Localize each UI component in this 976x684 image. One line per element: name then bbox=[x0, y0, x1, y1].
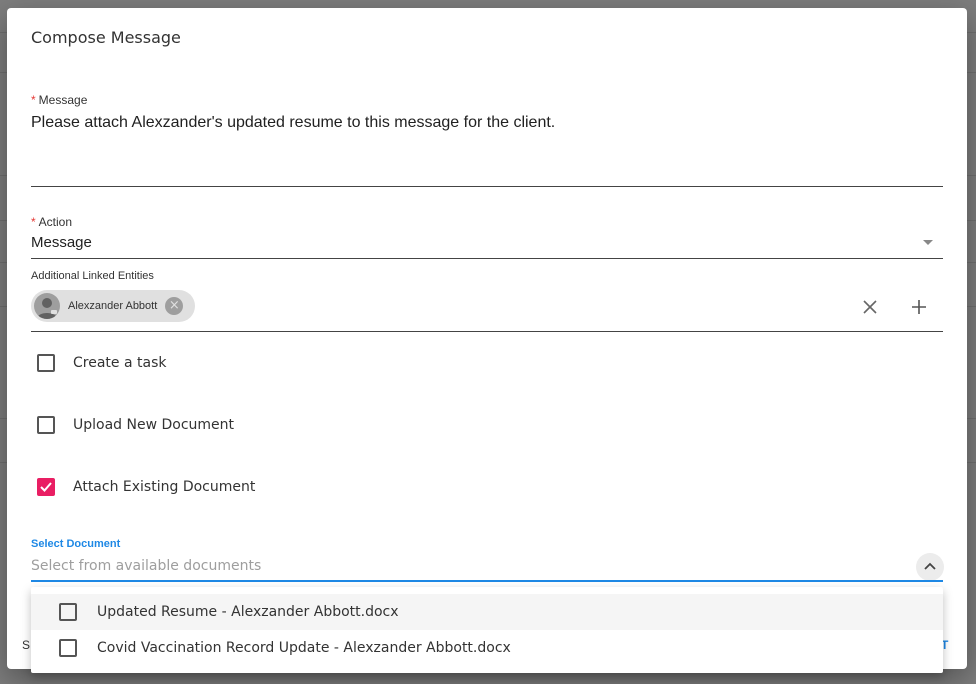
action-field-label: * Action bbox=[31, 215, 72, 229]
document-option[interactable]: Covid Vaccination Record Update - Alexza… bbox=[31, 630, 943, 666]
action-underline bbox=[31, 258, 943, 259]
checkmark-icon bbox=[40, 482, 52, 492]
compose-message-dialog: Compose Message * Message Please attach A… bbox=[7, 8, 967, 669]
attach-existing-checkbox-row[interactable]: Attach Existing Document bbox=[37, 478, 255, 496]
action-label: Action bbox=[38, 215, 73, 229]
attach-existing-checkbox[interactable] bbox=[37, 478, 55, 496]
create-task-checkbox[interactable] bbox=[37, 354, 55, 372]
message-underline bbox=[31, 186, 943, 187]
message-textarea[interactable]: Please attach Alexzander's updated resum… bbox=[31, 114, 555, 132]
select-document-input[interactable]: Select from available documents bbox=[31, 558, 261, 574]
upload-document-label: Upload New Document bbox=[73, 417, 235, 433]
select-document-underline bbox=[31, 580, 943, 582]
create-task-checkbox-row[interactable]: Create a task bbox=[37, 354, 166, 372]
dialog-title: Compose Message bbox=[31, 28, 181, 47]
document-option-checkbox[interactable] bbox=[59, 603, 77, 621]
linked-entities-underline bbox=[31, 331, 943, 332]
plus-icon[interactable] bbox=[905, 293, 933, 321]
entity-chip[interactable]: Alexzander Abbott × bbox=[31, 290, 195, 322]
linked-entities-label: Additional Linked Entities bbox=[31, 270, 154, 282]
close-icon[interactable] bbox=[856, 293, 884, 321]
action-select[interactable]: Message bbox=[31, 234, 92, 251]
document-option-label: Updated Resume - Alexzander Abbott.docx bbox=[97, 604, 399, 620]
chevron-up-icon[interactable] bbox=[916, 553, 944, 581]
upload-document-checkbox-row[interactable]: Upload New Document bbox=[37, 416, 234, 434]
required-marker: * bbox=[31, 215, 36, 229]
chevron-down-icon[interactable] bbox=[923, 240, 933, 245]
message-field-label: * Message bbox=[31, 93, 87, 107]
upload-document-checkbox[interactable] bbox=[37, 416, 55, 434]
select-document-label: Select Document bbox=[31, 538, 121, 550]
person-icon bbox=[34, 293, 60, 319]
remove-chip-icon[interactable]: × bbox=[165, 297, 184, 315]
document-option-checkbox[interactable] bbox=[59, 639, 77, 657]
document-options-dropdown: Updated Resume - Alexzander Abbott.docx … bbox=[31, 587, 943, 673]
attach-existing-label: Attach Existing Document bbox=[73, 479, 256, 495]
footer-left-button[interactable]: S bbox=[22, 638, 30, 652]
create-task-label: Create a task bbox=[73, 355, 167, 371]
document-option[interactable]: Updated Resume - Alexzander Abbott.docx bbox=[31, 594, 943, 630]
entity-chip-label: Alexzander Abbott bbox=[68, 300, 158, 312]
document-option-label: Covid Vaccination Record Update - Alexza… bbox=[97, 640, 511, 656]
required-marker: * bbox=[31, 93, 36, 107]
message-label: Message bbox=[38, 93, 88, 107]
